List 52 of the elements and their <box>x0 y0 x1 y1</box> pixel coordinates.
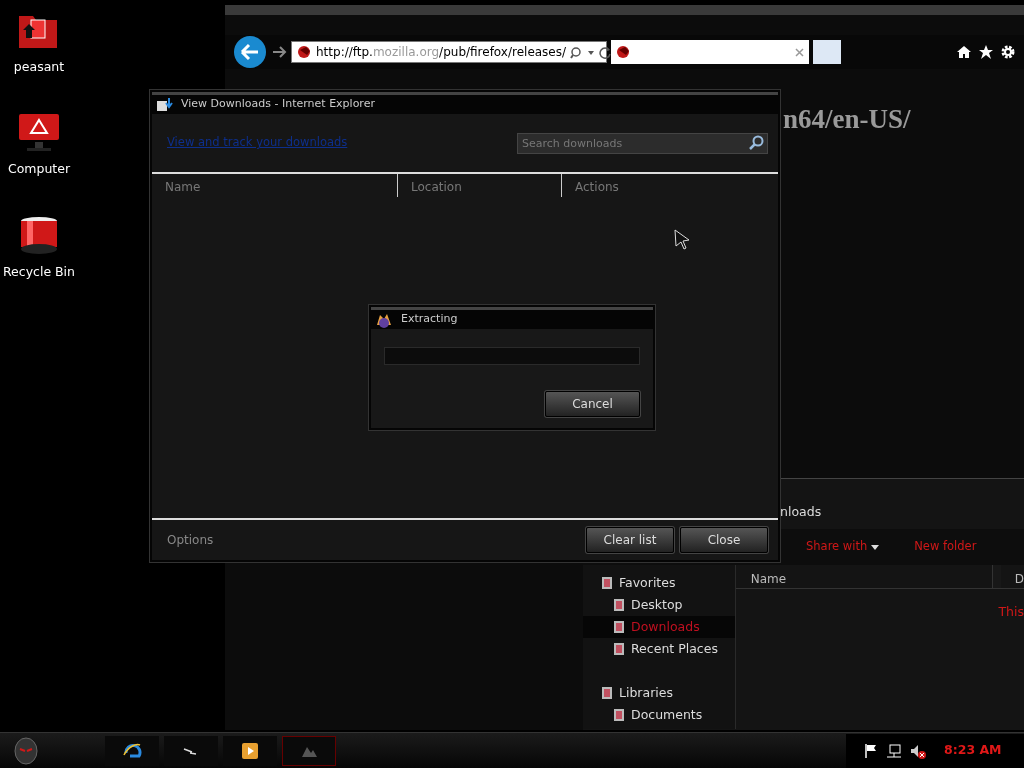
nav-item[interactable]: Favorites <box>583 572 735 594</box>
network-icon[interactable] <box>886 742 902 759</box>
nav-item[interactable]: Documents <box>583 704 735 726</box>
media-player-icon[interactable] <box>240 740 260 761</box>
window-title: nloads <box>780 504 822 519</box>
dialog-button[interactable]: Close <box>680 527 768 553</box>
icon-label[interactable]: peasant <box>13 58 65 77</box>
monitor-icon[interactable] <box>17 112 61 154</box>
clock[interactable]: 8:23 AM <box>944 741 1002 760</box>
column-header[interactable]: Location <box>398 174 562 197</box>
search-icon[interactable] <box>570 45 584 59</box>
column-header[interactable]: Name <box>735 565 993 588</box>
nav-item[interactable]: Recent Places <box>583 638 735 660</box>
options-link[interactable]: Options <box>167 531 214 549</box>
search-field[interactable]: Search downloads <box>517 132 768 154</box>
toolbar-button[interactable]: Share with <box>806 538 881 556</box>
url-text: http://ftp.mozilla.org/pub/firefox/releases/ <box>316 44 567 61</box>
dropdown-icon[interactable] <box>587 48 596 56</box>
nav-item[interactable]: Desktop <box>583 594 735 616</box>
browser-tab[interactable] <box>611 40 809 64</box>
toolbar-button[interactable]: New folder <box>914 538 977 556</box>
settings-icon[interactable] <box>1000 44 1016 60</box>
close-icon[interactable] <box>794 46 805 58</box>
cancel-button[interactable]: Cancel <box>545 391 640 417</box>
download-icon <box>156 96 173 113</box>
window-title: Extracting <box>401 311 458 328</box>
page-heading: n64/en-US/ <box>783 103 911 136</box>
favicon-icon <box>296 44 312 60</box>
star-icon[interactable] <box>978 44 994 60</box>
folder-icon <box>601 686 613 700</box>
column-header[interactable]: Name <box>152 174 398 197</box>
icon-label[interactable]: Computer <box>7 160 71 179</box>
folder-icon <box>613 642 625 656</box>
caret-icon <box>870 543 881 551</box>
back-button[interactable] <box>233 35 267 69</box>
home-icon[interactable] <box>956 44 972 60</box>
empty-message: This <box>997 603 1024 621</box>
column-header[interactable]: Actions <box>562 174 778 197</box>
search-icon[interactable] <box>749 134 765 151</box>
flag-icon[interactable] <box>864 742 878 759</box>
folder-icon <box>613 598 625 612</box>
folder-icon <box>613 708 625 722</box>
column-header[interactable]: D <box>992 565 1024 588</box>
refresh-icon[interactable] <box>599 45 613 59</box>
favicon-icon <box>615 44 631 60</box>
start-button[interactable] <box>12 736 40 765</box>
nav-item[interactable]: Libraries <box>583 682 735 704</box>
dialog-button[interactable]: Clear list <box>586 527 674 553</box>
window-title: View Downloads - Internet Explorer <box>181 96 375 113</box>
folder-icon <box>613 620 625 634</box>
folder-icon <box>601 576 613 590</box>
icon-label[interactable]: Recycle Bin <box>2 263 76 282</box>
